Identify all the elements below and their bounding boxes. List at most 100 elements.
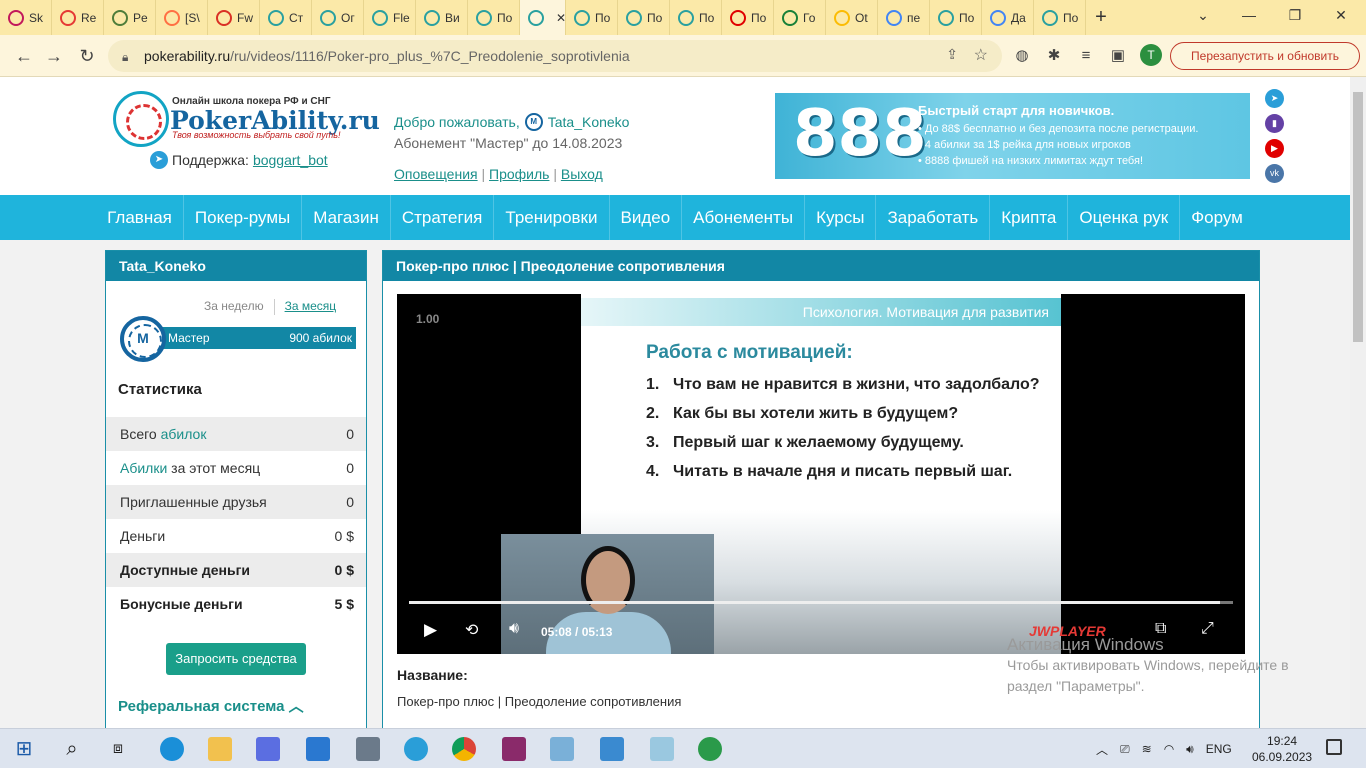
edge-icon[interactable]	[160, 737, 184, 761]
promo-banner[interactable]: 888 Быстрый старт для новичков. • До 88$…	[775, 93, 1250, 179]
seek-bar[interactable]	[409, 601, 1233, 604]
media-icon[interactable]: ≡	[1076, 46, 1096, 66]
browser-tab[interactable]: По	[618, 0, 670, 35]
slide-item-text: Как бы вы хотели жить в будущем?	[673, 405, 959, 422]
youtube-icon[interactable]: ▶	[1265, 139, 1284, 158]
logout-link[interactable]: Выход	[561, 166, 603, 182]
reload-icon[interactable]: ↻	[75, 44, 99, 68]
browser-tab[interactable]: Да	[982, 0, 1034, 35]
vk-icon[interactable]: vk	[1265, 164, 1284, 183]
nav-item[interactable]: Стратегия	[391, 195, 495, 240]
video-player[interactable]: 1.00 Психология. Мотивация для развития …	[397, 294, 1245, 654]
translate-icon[interactable]: ◍	[1012, 46, 1032, 66]
chrome-icon[interactable]	[452, 737, 476, 761]
file-explorer-icon[interactable]	[208, 737, 232, 761]
browser-tab[interactable]: По	[670, 0, 722, 35]
browser-tab[interactable]: По	[468, 0, 520, 35]
browser-tab[interactable]: По	[1034, 0, 1086, 35]
nav-item[interactable]: Главная	[96, 195, 184, 240]
restore-icon[interactable]: ❐	[1272, 0, 1318, 30]
network-icon[interactable]: ≋	[1142, 742, 1152, 756]
forward-icon[interactable]: →	[42, 44, 66, 68]
period-month[interactable]: За месяц	[285, 299, 337, 315]
tab-search-icon[interactable]: ⌄	[1180, 0, 1226, 30]
browser-tab[interactable]: По	[566, 0, 618, 35]
browser-tab[interactable]: ✕	[520, 0, 566, 35]
close-window-icon[interactable]: ✕	[1318, 0, 1364, 30]
welcome-username[interactable]: Tata_Koneko	[548, 114, 630, 130]
stats-label: Доступные деньги	[120, 562, 250, 578]
nav-item[interactable]: Магазин	[302, 195, 391, 240]
browser-tab[interactable]: Ог	[312, 0, 364, 35]
request-funds-button[interactable]: Запросить средства	[166, 643, 306, 675]
rewind-10-icon[interactable]: ⟲	[465, 620, 478, 640]
close-tab-icon[interactable]: ✕	[556, 11, 565, 25]
device-icon[interactable]: ⎚	[1120, 742, 1130, 757]
browser-tab[interactable]: По	[930, 0, 982, 35]
winrar-icon[interactable]	[502, 737, 526, 761]
nav-item[interactable]: Покер-румы	[184, 195, 303, 240]
task-view-icon[interactable]: ⧈	[106, 737, 130, 761]
bookmark-star-icon[interactable]: ☆	[974, 45, 988, 65]
language-indicator[interactable]: ENG	[1206, 742, 1232, 756]
browser-tab[interactable]: Ot	[826, 0, 878, 35]
browser-tab[interactable]: Го	[774, 0, 826, 35]
browser-tab[interactable]: Fle	[364, 0, 416, 35]
referral-toggle[interactable]: Реферальная система ︿	[118, 695, 304, 716]
search-icon[interactable]: ⌕	[60, 737, 84, 761]
clock[interactable]: 19:24 06.09.2023	[1252, 733, 1312, 765]
notifications-link[interactable]: Оповещения	[394, 166, 478, 182]
nav-item[interactable]: Тренировки	[494, 195, 610, 240]
telegram-icon[interactable]: ➤	[1265, 89, 1284, 108]
extensions-icon[interactable]: ✱	[1044, 46, 1064, 66]
address-bar[interactable]: 🔒︎ pokerability.ru/ru/videos/1116/Poker-…	[108, 40, 1002, 72]
browser-tab[interactable]: Pe	[104, 0, 156, 35]
scrollbar-thumb[interactable]	[1353, 92, 1363, 342]
notifications-icon[interactable]	[1326, 739, 1342, 755]
profile-avatar[interactable]: T	[1140, 44, 1162, 66]
browser-tab[interactable]: Fw	[208, 0, 260, 35]
browser-tab[interactable]: Sk	[0, 0, 52, 35]
notes-icon[interactable]	[650, 737, 674, 761]
image-viewer-icon[interactable]	[550, 737, 574, 761]
support-link[interactable]: boggart_bot	[253, 152, 328, 168]
poker-client-icon[interactable]	[698, 737, 722, 761]
nav-item[interactable]: Курсы	[805, 195, 877, 240]
minimize-icon[interactable]: —	[1226, 0, 1272, 30]
nav-item[interactable]: Видео	[610, 195, 683, 240]
volume-tray-icon[interactable]: 🔊︎	[1186, 742, 1194, 757]
period-week[interactable]: За неделю	[204, 299, 264, 315]
profile-link[interactable]: Профиль	[489, 166, 549, 182]
side-panel-icon[interactable]: ▣	[1108, 46, 1128, 66]
new-tab-icon[interactable]: +	[1086, 6, 1116, 29]
twitch-icon[interactable]: ▮	[1265, 114, 1284, 133]
volume-icon[interactable]: 🔊︎	[509, 620, 519, 638]
browser-tab[interactable]: По	[722, 0, 774, 35]
browser-tab[interactable]: [S\	[156, 0, 208, 35]
browser-tab[interactable]: Ст	[260, 0, 312, 35]
stats-label-link[interactable]: абилок	[161, 426, 207, 442]
calculator-icon[interactable]	[356, 737, 380, 761]
relaunch-button[interactable]: Перезапустить и обновить	[1170, 42, 1360, 70]
back-icon[interactable]: ←	[12, 44, 36, 68]
telegram-taskbar-icon[interactable]	[404, 737, 428, 761]
nav-item[interactable]: Оценка рук	[1068, 195, 1181, 240]
nav-item[interactable]: Форум	[1180, 195, 1254, 240]
share-icon[interactable]: ⇪	[946, 46, 958, 63]
stats-label-link[interactable]: Абилки	[120, 460, 167, 476]
nav-item[interactable]: Абонементы	[682, 195, 806, 240]
play-icon[interactable]: ▶	[424, 620, 437, 640]
browser-tab[interactable]: пе	[878, 0, 930, 35]
mail-icon[interactable]	[306, 737, 330, 761]
nav-item[interactable]: Крипта	[990, 195, 1069, 240]
nav-item[interactable]: Заработать	[876, 195, 991, 240]
start-icon[interactable]: ⊞	[12, 737, 36, 761]
browser-tab[interactable]: Ви	[416, 0, 468, 35]
store-icon[interactable]	[256, 737, 280, 761]
wifi-icon[interactable]: ◠	[1164, 742, 1174, 756]
tray-chevron-icon[interactable]: ︿	[1096, 741, 1108, 758]
logo-chip-icon[interactable]	[113, 91, 169, 147]
remote-desktop-icon[interactable]	[600, 737, 624, 761]
browser-tab[interactable]: Re	[52, 0, 104, 35]
page-scrollbar[interactable]	[1350, 77, 1366, 728]
